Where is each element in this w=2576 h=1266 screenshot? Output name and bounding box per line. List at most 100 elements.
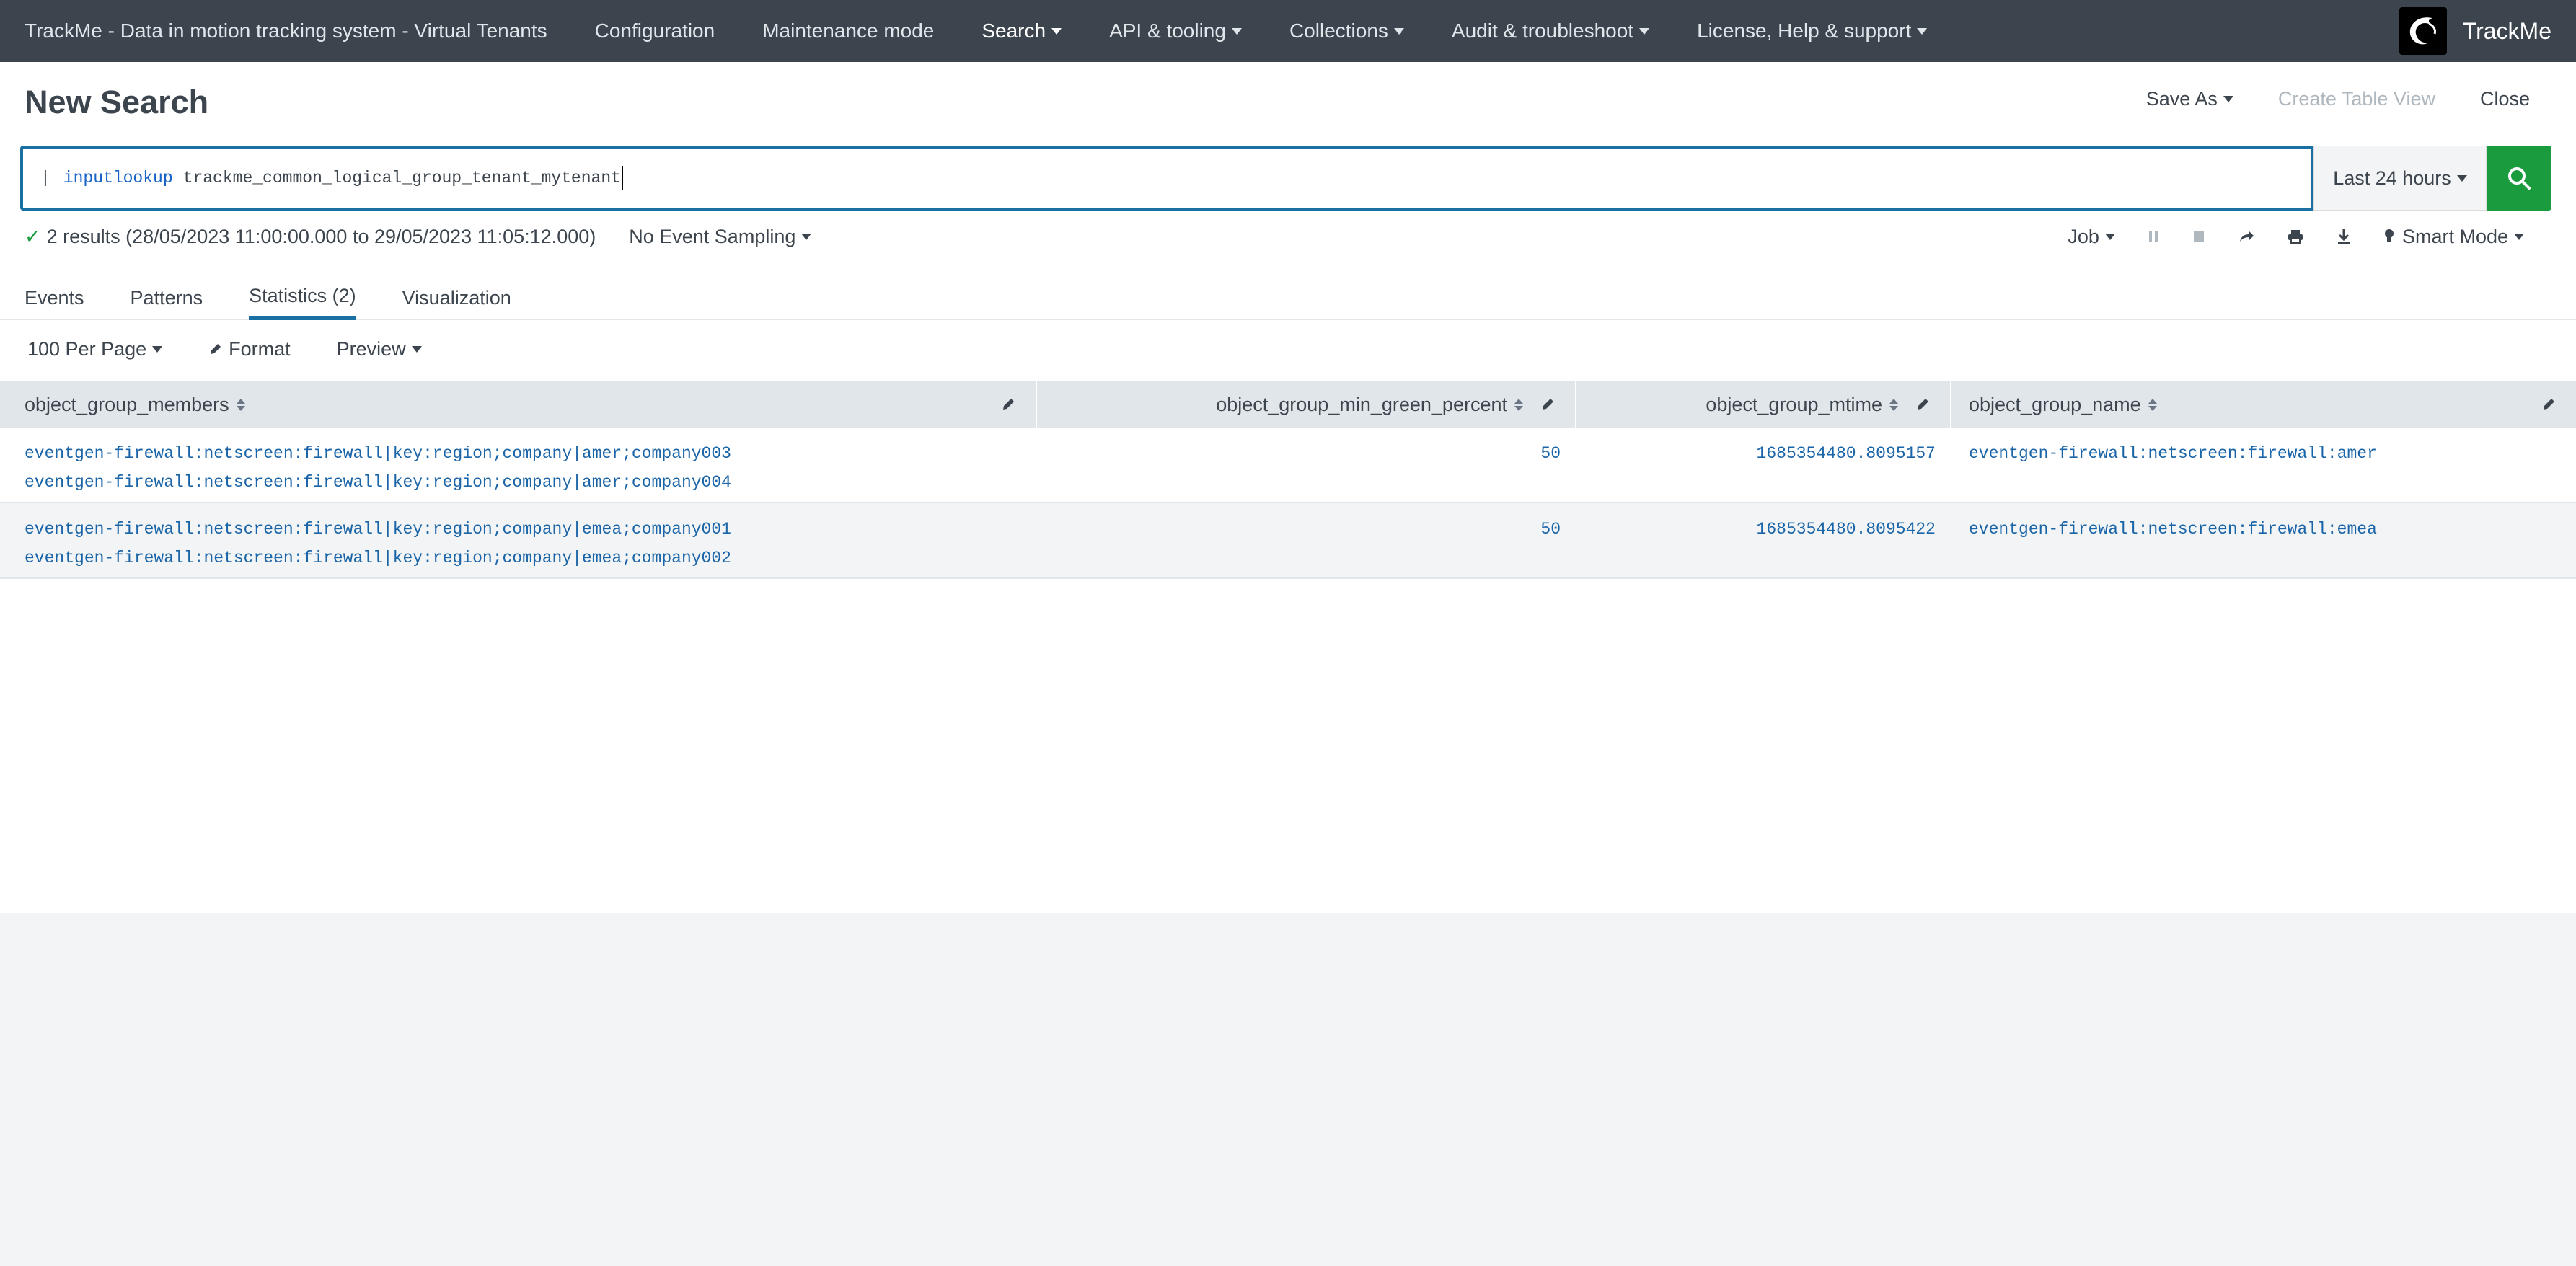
sort-icon[interactable] xyxy=(1514,398,1523,411)
print-icon xyxy=(2288,230,2303,244)
member-value[interactable]: eventgen-firewall:netscreen:firewall|key… xyxy=(25,468,1037,497)
table-row: eventgen-firewall:netscreen:firewall|key… xyxy=(0,428,2576,503)
job-menu[interactable]: Job xyxy=(2068,226,2115,248)
export-button[interactable] xyxy=(2336,228,2352,245)
cell-min-green-percent[interactable]: 50 xyxy=(1037,428,1576,502)
edit-column-icon[interactable] xyxy=(1915,396,1931,412)
time-range-picker[interactable]: Last 24 hours xyxy=(2313,146,2487,211)
cell-min-green-percent[interactable]: 50 xyxy=(1037,503,1576,577)
nav-label: Audit & troubleshoot xyxy=(1451,19,1634,42)
tab-patterns[interactable]: Patterns xyxy=(131,275,203,320)
nav-collections-menu[interactable]: Collections xyxy=(1289,19,1404,43)
search-query-input[interactable]: | inputlookup trackme_common_logical_gro… xyxy=(20,146,2313,211)
nav-license-help-menu[interactable]: License, Help & support xyxy=(1697,19,1928,43)
cell-object-group-members: eventgen-firewall:netscreen:firewall|key… xyxy=(0,503,1037,577)
trackme-logo-icon xyxy=(2399,7,2447,55)
column-header-object-group-name[interactable]: object_group_name xyxy=(1951,381,2576,428)
caret-down-icon xyxy=(2514,233,2524,240)
nav-audit-troubleshoot-menu[interactable]: Audit & troubleshoot xyxy=(1451,19,1650,43)
page-title: New Search xyxy=(25,84,209,120)
search-bar: | inputlookup trackme_common_logical_gro… xyxy=(20,146,2551,211)
cell-mtime[interactable]: 1685354480.8095422 xyxy=(1576,503,1951,577)
cell-object-group-name[interactable]: eventgen-firewall:netscreen:firewall:ame… xyxy=(1951,428,2576,502)
job-label: Job xyxy=(2068,225,2099,247)
caret-down-icon xyxy=(152,345,163,353)
format-label: Format xyxy=(229,337,291,360)
nav-label: Configuration xyxy=(594,19,715,42)
search-button[interactable] xyxy=(2487,146,2551,211)
create-table-view-button[interactable]: Create Table View xyxy=(2278,88,2435,110)
query-argument: trackme_common_logical_group_tenant_myte… xyxy=(182,169,621,187)
nav-label: Search xyxy=(982,19,1046,42)
caret-down-icon xyxy=(1639,27,1650,35)
query-command: inputlookup xyxy=(63,169,173,187)
close-button[interactable]: Close xyxy=(2480,88,2530,110)
caret-down-icon xyxy=(1917,27,1928,35)
results-tabs: Events Patterns Statistics (2) Visualiza… xyxy=(0,275,2576,320)
member-value[interactable]: eventgen-firewall:netscreen:firewall|key… xyxy=(25,544,1037,572)
nav-maintenance-mode[interactable]: Maintenance mode xyxy=(762,19,934,43)
nav-api-tooling-menu[interactable]: API & tooling xyxy=(1109,19,1242,43)
search-mode-label: Smart Mode xyxy=(2401,225,2508,247)
sort-icon[interactable] xyxy=(1889,398,1898,411)
edit-column-icon[interactable] xyxy=(1001,396,1017,412)
app-title-link[interactable]: TrackMe - Data in motion tracking system… xyxy=(25,19,547,43)
results-toolbar: 100 Per Page Format Preview xyxy=(27,335,468,363)
query-pipe: | xyxy=(40,169,50,187)
tab-visualization[interactable]: Visualization xyxy=(402,275,511,320)
tab-events[interactable]: Events xyxy=(25,275,84,320)
member-value[interactable]: eventgen-firewall:netscreen:firewall|key… xyxy=(25,439,1037,468)
text-cursor xyxy=(621,166,623,190)
per-page-label: 100 Per Page xyxy=(27,337,147,360)
caret-down-icon xyxy=(1231,27,1242,35)
column-header-object-group-members[interactable]: object_group_members xyxy=(0,381,1037,428)
share-icon xyxy=(2239,231,2254,242)
search-mode-dropdown[interactable]: Smart Mode xyxy=(2383,226,2524,248)
column-label: object_group_mtime xyxy=(1706,393,1882,415)
checkmark-icon: ✓ xyxy=(25,225,41,247)
time-range-label: Last 24 hours xyxy=(2333,167,2451,189)
title-actions: Save As Create Table View Close xyxy=(2101,88,2530,110)
column-label: object_group_members xyxy=(25,393,229,415)
column-header-object-group-min-green-percent[interactable]: object_group_min_green_percent xyxy=(1037,381,1576,428)
column-header-object-group-mtime[interactable]: object_group_mtime xyxy=(1576,381,1951,428)
sort-icon[interactable] xyxy=(2148,398,2157,411)
caret-down-icon xyxy=(1051,27,1062,35)
brand[interactable]: TrackMe xyxy=(2399,0,2551,62)
event-sampling-dropdown[interactable]: No Event Sampling xyxy=(629,225,812,248)
results-summary: 2 results (28/05/2023 11:00:00.000 to 29… xyxy=(46,225,596,247)
pause-icon xyxy=(2148,231,2158,242)
share-button[interactable] xyxy=(2238,229,2255,244)
format-button[interactable]: Format xyxy=(208,338,291,360)
edit-column-icon[interactable] xyxy=(1540,396,1556,412)
member-value[interactable]: eventgen-firewall:netscreen:firewall|key… xyxy=(25,515,1037,544)
sampling-label: No Event Sampling xyxy=(629,225,796,247)
lightbulb-icon xyxy=(2384,229,2394,242)
preview-label: Preview xyxy=(336,337,406,360)
pencil-icon xyxy=(211,344,221,354)
cell-object-group-name[interactable]: eventgen-firewall:netscreen:firewall:eme… xyxy=(1951,503,2576,577)
stop-button[interactable] xyxy=(2192,229,2206,244)
stop-icon xyxy=(2193,231,2204,242)
preview-dropdown[interactable]: Preview xyxy=(337,338,422,360)
download-icon xyxy=(2337,229,2350,244)
search-icon xyxy=(2508,167,2531,190)
caret-down-icon xyxy=(2104,233,2115,240)
main-panel: New Search Save As Create Table View Clo… xyxy=(0,62,2576,913)
print-button[interactable] xyxy=(2287,229,2304,244)
caret-down-icon xyxy=(411,345,422,353)
pause-button[interactable] xyxy=(2147,229,2160,244)
save-as-label: Save As xyxy=(2145,88,2218,110)
search-status-row: ✓ 2 results (28/05/2023 11:00:00.000 to … xyxy=(25,222,2549,251)
table-header: object_group_members object_group_min_gr… xyxy=(0,381,2576,428)
statistics-table: object_group_members object_group_min_gr… xyxy=(0,381,2576,579)
save-as-button[interactable]: Save As xyxy=(2146,88,2233,110)
cell-mtime[interactable]: 1685354480.8095157 xyxy=(1576,428,1951,502)
nav-search-menu[interactable]: Search xyxy=(982,19,1062,43)
nav-label: Maintenance mode xyxy=(762,19,935,42)
tab-statistics[interactable]: Statistics (2) xyxy=(249,275,356,320)
per-page-dropdown[interactable]: 100 Per Page xyxy=(27,337,163,360)
edit-column-icon[interactable] xyxy=(2541,396,2557,412)
nav-configuration[interactable]: Configuration xyxy=(595,19,715,43)
sort-icon[interactable] xyxy=(236,398,245,411)
